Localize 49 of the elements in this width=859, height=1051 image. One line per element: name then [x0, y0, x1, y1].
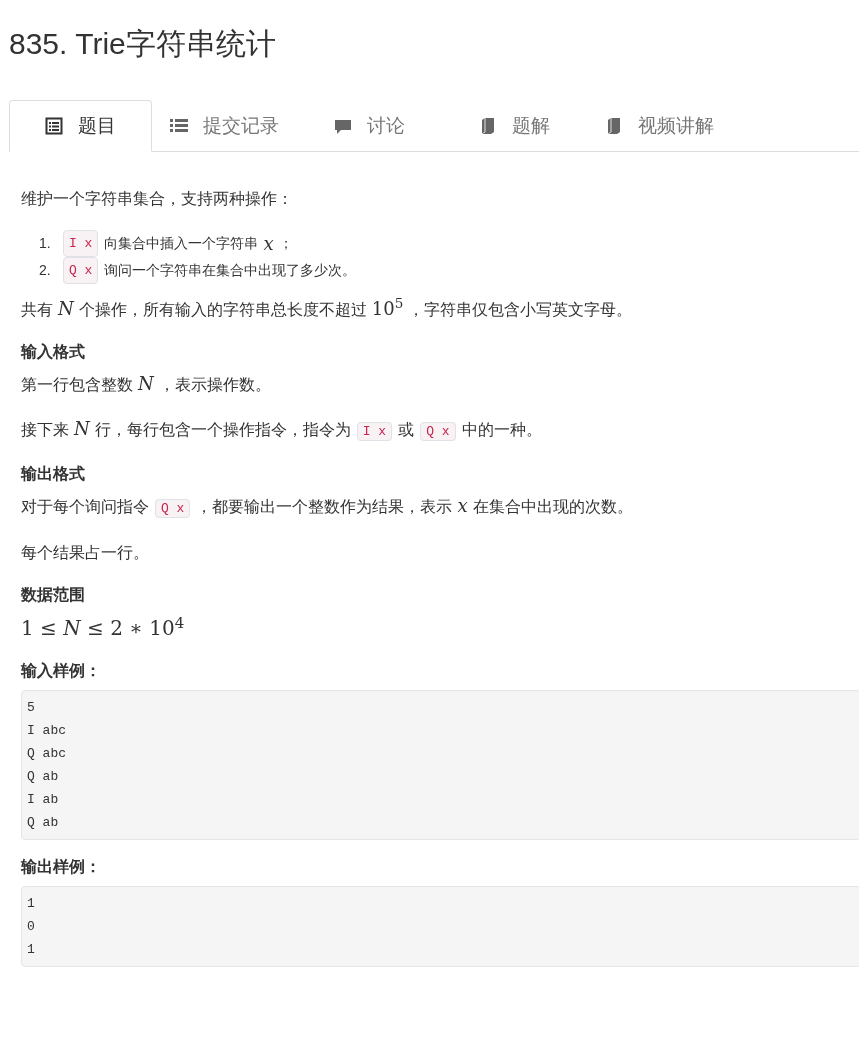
paragraph-text: 个操作，所有输入的字符串总长度不超过: [78, 301, 367, 318]
paragraph-text: 行，每行包含一个操作指令，指令为: [94, 421, 351, 438]
tab[interactable]: 题目: [9, 100, 152, 152]
section-heading: 输出样例：: [21, 857, 102, 877]
section-heading: 输入格式: [21, 342, 86, 362]
book-icon: [605, 117, 623, 135]
paragraph-text: 中的一种。: [461, 421, 542, 438]
page-title: 835. Trie字符串统计: [8, 26, 277, 62]
section-heading: 数据范围: [21, 585, 86, 605]
list-number: 1.: [39, 234, 52, 253]
math-formula: 1 ≤ N ≤ 2 ∗ 10$^{4}$: [21, 614, 186, 642]
paragraph-text: ，字符串仅包含小写英文字母。: [408, 301, 633, 318]
paragraph-text: 第一行包含整数: [21, 376, 133, 393]
tab[interactable]: 提交记录: [152, 100, 297, 152]
paragraph-text: 询问一个字符串在集合中出现了多少次。: [104, 261, 357, 280]
paragraph-text: 或: [398, 421, 415, 438]
inline-code: Q x: [420, 422, 456, 441]
paragraph-text: 向集合中插入一个字符串: [104, 234, 259, 253]
paragraph-text: ，都要输出一个整数作为结果，表示: [196, 498, 453, 515]
comment-icon: [334, 117, 352, 135]
paragraph-text: 共有: [21, 301, 53, 318]
paragraph-text: 对于每个询问指令: [21, 498, 149, 515]
math-formula: N: [74, 418, 90, 439]
section-heading: 输入样例：: [21, 661, 102, 681]
code-block: 5 I abc Q abc Q ab I ab Q ab: [21, 690, 859, 840]
tab[interactable]: 讨论: [297, 100, 442, 152]
paragraph-text: 接下来: [21, 421, 69, 438]
list-icon: [170, 117, 188, 135]
paragraph-text: 在集合中出现的次数。: [472, 498, 633, 515]
tab[interactable]: 题解: [442, 100, 587, 152]
math-formula: 10$^{5}$: [371, 298, 404, 319]
list-icon: [45, 117, 63, 135]
math-formula: x: [263, 232, 274, 255]
math-formula: N: [58, 298, 74, 319]
inline-code: Q x: [63, 257, 99, 284]
book-icon: [479, 117, 497, 135]
math-formula: x: [457, 495, 468, 516]
paragraph-text: 维护一个字符串集合，支持两种操作：: [21, 190, 293, 207]
inline-code: I x: [63, 230, 99, 257]
paragraph-text: ，表示操作数。: [158, 376, 271, 393]
list-number: 2.: [39, 261, 52, 280]
paragraph-text: 每个结果占一行。: [21, 544, 149, 561]
inline-code: I x: [356, 422, 393, 441]
code-block: 1 0 1: [21, 886, 859, 967]
math-formula: N: [138, 373, 154, 394]
paragraph-text: ；: [278, 234, 293, 253]
section-heading: 输出格式: [21, 464, 86, 484]
inline-code: Q x: [155, 499, 191, 518]
tab[interactable]: 视频讲解: [587, 100, 732, 152]
